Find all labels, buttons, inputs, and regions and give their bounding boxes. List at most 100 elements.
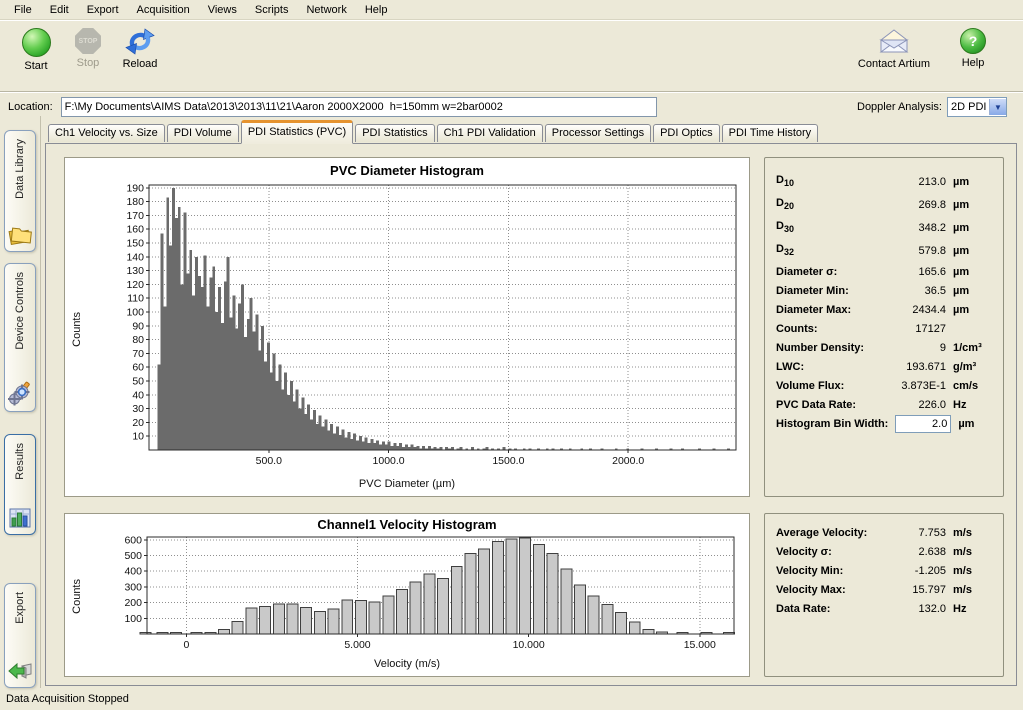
stat-value: 17127: [818, 323, 953, 335]
svg-text:500: 500: [124, 550, 142, 562]
reload-label: Reload: [123, 58, 158, 70]
svg-text:300: 300: [124, 581, 142, 593]
svg-text:180: 180: [126, 196, 144, 208]
menu-edit[interactable]: Edit: [42, 2, 77, 18]
stat-unit: µm: [953, 245, 993, 257]
tab-area: Ch1 Velocity vs. SizePDI VolumePDI Stati…: [41, 116, 1023, 688]
stat-unit: g/m³: [953, 361, 993, 373]
menu-network[interactable]: Network: [298, 2, 354, 18]
stat-row: Velocity Max:15.797m/s: [776, 580, 993, 599]
stat-value: 132.0: [830, 603, 953, 615]
tab-strip: Ch1 Velocity vs. SizePDI VolumePDI Stati…: [45, 120, 1017, 143]
stat-unit: Hz: [953, 399, 993, 411]
velocity-plot: 10020030040050060005.00010.00015.000: [89, 534, 743, 658]
svg-text:500.0: 500.0: [256, 455, 282, 467]
svg-text:2000.0: 2000.0: [612, 455, 644, 467]
stop-button[interactable]: STOP Stop: [62, 24, 114, 69]
stat-label: PVC Data Rate:: [776, 399, 856, 411]
gears-magnifier-icon: [7, 380, 33, 406]
stat-unit: m/s: [953, 546, 993, 558]
start-button[interactable]: Start: [10, 24, 62, 72]
stat-row: Diameter Min:36.5µm: [776, 281, 993, 300]
tab-panel-pdi-statistics-pvc: PVC Diameter Histogram Counts 1020304050…: [45, 143, 1017, 686]
sidebar-item-device-controls[interactable]: Device Controls: [4, 263, 36, 412]
help-icon: ?: [960, 28, 986, 54]
reload-button[interactable]: Reload: [114, 24, 166, 70]
velocity-chart-title: Channel1 Velocity Histogram: [65, 518, 749, 534]
help-button[interactable]: ? Help: [947, 24, 999, 70]
stat-value: 579.8: [794, 245, 953, 257]
stat-label: Volume Flux:: [776, 380, 844, 392]
stat-label: Histogram Bin Width:: [776, 418, 888, 430]
stat-row: Data Rate:132.0Hz: [776, 599, 993, 618]
contact-artium-button[interactable]: Contact Artium: [855, 24, 933, 70]
doppler-analysis-select[interactable]: 2D PDI ▼: [947, 97, 1007, 117]
tab-ch1-velocity-vs-size[interactable]: Ch1 Velocity vs. Size: [48, 124, 165, 142]
stat-label: Velocity Min:: [776, 565, 843, 577]
menu-file[interactable]: File: [6, 2, 40, 18]
svg-text:90: 90: [132, 320, 144, 332]
sidebar-item-data-library[interactable]: Data Library: [4, 130, 36, 252]
stat-unit: µm: [953, 176, 993, 188]
svg-text:100: 100: [126, 306, 144, 318]
menu-help[interactable]: Help: [357, 2, 396, 18]
svg-text:130: 130: [126, 265, 144, 277]
svg-text:100: 100: [124, 613, 142, 625]
stat-unit: cm/s: [953, 380, 993, 392]
stat-value: 269.8: [794, 199, 953, 211]
menu-export[interactable]: Export: [79, 2, 127, 18]
stat-unit: µm: [953, 304, 993, 316]
velocity-chart-body: Counts 10020030040050060005.00010.00015.…: [65, 534, 749, 658]
stat-value: -1.205: [843, 565, 953, 577]
stat-unit: µm: [953, 285, 993, 297]
reload-icon: [125, 28, 155, 55]
stat-row: Counts:17127: [776, 319, 993, 338]
help-label: Help: [962, 57, 985, 69]
svg-text:15.000: 15.000: [684, 639, 716, 651]
stat-row: Velocity σ:2.638m/s: [776, 542, 993, 561]
stat-unit: µm: [953, 199, 993, 211]
svg-text:70: 70: [132, 348, 144, 360]
stat-row: D32579.8µm: [776, 239, 993, 262]
location-label: Location:: [8, 101, 53, 113]
location-input[interactable]: [61, 97, 657, 117]
stat-value: 7.753: [867, 527, 953, 539]
tab-pdi-statistics[interactable]: PDI Statistics: [355, 124, 434, 142]
stat-label: LWC:: [776, 361, 804, 373]
svg-text:200: 200: [124, 597, 142, 609]
sidebar-item-results[interactable]: Results: [4, 434, 36, 535]
svg-text:40: 40: [132, 389, 144, 401]
tab-pdi-statistics-pvc[interactable]: PDI Statistics (PVC): [241, 120, 353, 144]
pvc-diameter-chart-title: PVC Diameter Histogram: [65, 162, 749, 180]
toolbar: Start STOP Stop Reload Contact Artium: [0, 20, 1023, 92]
tab-pdi-volume[interactable]: PDI Volume: [167, 124, 239, 142]
doppler-analysis-value: 2D PDI: [948, 101, 989, 113]
menu-scripts[interactable]: Scripts: [247, 2, 297, 18]
chevron-down-icon: ▼: [989, 99, 1006, 115]
menu-acquisition[interactable]: Acquisition: [129, 2, 198, 18]
stat-row: Number Density:91/cm³: [776, 338, 993, 357]
stat-label: Average Velocity:: [776, 527, 867, 539]
stat-unit: Hz: [953, 603, 993, 615]
tab-pdi-optics[interactable]: PDI Optics: [653, 124, 720, 142]
svg-text:1000.0: 1000.0: [373, 455, 405, 467]
stat-row: PVC Data Rate:226.0Hz: [776, 395, 993, 414]
stat-value: 2.638: [832, 546, 953, 558]
histogram-bin-width-input[interactable]: [895, 415, 951, 433]
app-window: { "menu": { "items": ["File","Edit","Exp…: [0, 0, 1023, 710]
results-content: PVC Diameter Histogram Counts 1020304050…: [46, 144, 1016, 685]
toolbar-right: Contact Artium ? Help: [855, 24, 1013, 70]
stat-unit: m/s: [953, 527, 993, 539]
stat-row: Velocity Min:-1.205m/s: [776, 561, 993, 580]
velocity-xlabel: Velocity (m/s): [65, 658, 749, 674]
stat-value: 3.873E-1: [844, 380, 953, 392]
status-bar: Data Acquisition Stopped: [0, 688, 1023, 710]
stat-row: Diameter Max:2434.4µm: [776, 300, 993, 319]
tab-processor-settings[interactable]: Processor Settings: [545, 124, 651, 142]
tab-ch1-pdi-validation[interactable]: Ch1 PDI Validation: [437, 124, 543, 142]
menu-views[interactable]: Views: [200, 2, 245, 18]
sidebar-item-export[interactable]: Export: [4, 583, 36, 688]
svg-text:20: 20: [132, 417, 144, 429]
tab-pdi-time-history[interactable]: PDI Time History: [722, 124, 819, 142]
svg-text:5.000: 5.000: [344, 639, 370, 651]
